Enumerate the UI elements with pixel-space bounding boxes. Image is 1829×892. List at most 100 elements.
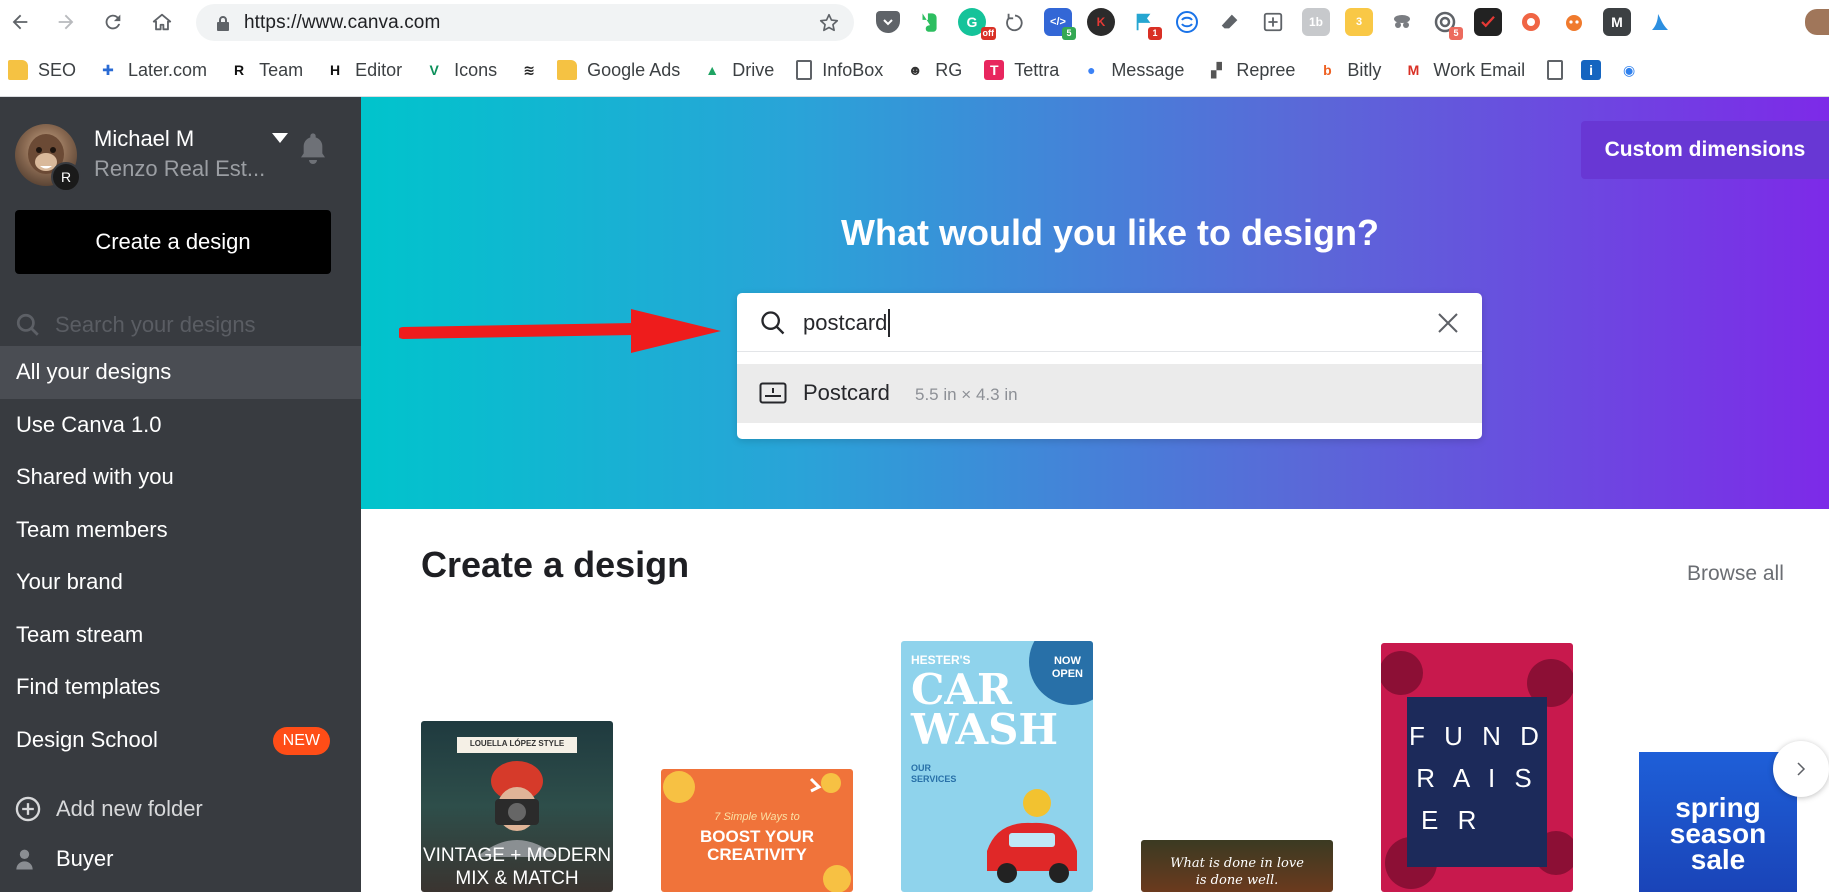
later-icon: ✚	[102, 61, 114, 78]
suggestion-name: Postcard	[803, 380, 890, 405]
pocket-icon[interactable]	[876, 11, 900, 33]
home-icon	[152, 13, 172, 31]
sidebar-item-shared-with-you[interactable]: Shared with you	[0, 451, 361, 504]
flag-ext-icon[interactable]: 1	[1130, 8, 1162, 40]
template-card-fundraiser[interactable]: F U N D R A I S E R	[1381, 643, 1573, 892]
browse-all-link[interactable]: Browse all	[1687, 562, 1784, 586]
bookmark-google-ads[interactable]: Google Ads	[557, 55, 680, 85]
caret-down-icon[interactable]	[271, 132, 289, 144]
suggestion-postcard[interactable]: Postcard 5.5 in × 4.3 in	[737, 364, 1482, 423]
browser-profile-avatar[interactable]	[1805, 9, 1829, 35]
folder-buyer[interactable]: Buyer	[14, 845, 113, 873]
sidebar-item-team-stream[interactable]: Team stream	[0, 609, 361, 662]
bookmark-work-email[interactable]: M Work Email	[1403, 55, 1526, 85]
bookmark-later-com[interactable]: ✚ Later.com	[98, 55, 207, 85]
now-open-line1: NOW	[1053, 655, 1081, 667]
template-card-carwash[interactable]: NOW OPEN HESTER'S CAR WASH OUR SERVICES	[901, 641, 1093, 892]
bookmark-bitly[interactable]: b Bitly	[1317, 55, 1381, 85]
camera-person-illustration	[477, 761, 557, 857]
bookmark-editor[interactable]: H Editor	[325, 55, 402, 85]
evernote-icon[interactable]	[915, 8, 943, 36]
onetab-icon[interactable]: 1b	[1302, 8, 1330, 36]
sidebar-item-use-canva-1-0[interactable]: Use Canva 1.0	[0, 399, 361, 452]
team-badge: R	[51, 162, 81, 192]
bookmark-rg[interactable]: ☻ RG	[905, 55, 962, 85]
wave-ext-icon[interactable]	[1646, 8, 1674, 36]
bell-icon[interactable]	[297, 130, 329, 166]
add-folder-label: Add new folder	[56, 796, 203, 821]
bookmark-drive[interactable]: ▲ Drive	[702, 55, 774, 85]
bookmark-item-15[interactable]	[1547, 55, 1564, 85]
eraser-icon[interactable]	[1216, 8, 1244, 36]
sidebar-item-label: Design School	[16, 726, 158, 752]
bookmark-team[interactable]: R Team	[229, 55, 303, 85]
home-button[interactable]	[142, 2, 182, 42]
sidebar-item-all-your-designs[interactable]: All your designs	[0, 346, 361, 399]
sidebar-item-label: Use Canva 1.0	[16, 411, 162, 437]
new-badge: NEW	[272, 726, 330, 755]
boost-line2: CREATIVITY	[707, 845, 807, 864]
squarespace-icon: ≋	[523, 61, 535, 78]
design-search-input[interactable]	[803, 305, 1403, 341]
back-button[interactable]	[0, 2, 40, 42]
yellow-ext-icon[interactable]: 3	[1345, 8, 1373, 36]
hero-banner: Custom dimensions What would you like to…	[361, 97, 1829, 509]
sync-ext-icon[interactable]	[1173, 8, 1201, 36]
bookmark-message[interactable]: ● Message	[1081, 55, 1184, 85]
template-card-vintage[interactable]: LOUELLA LÓPEZ STYLE VINTAGE + MODERN MIX…	[421, 721, 613, 892]
bookmark-label: Later.com	[128, 59, 208, 80]
sidebar-item-design-school[interactable]: Design School NEW	[0, 714, 361, 767]
plus-box-icon[interactable]	[1259, 8, 1287, 36]
sidebar-item-team-members[interactable]: Team members	[0, 504, 361, 557]
sidebar-item-label: Team members	[16, 516, 168, 542]
bookmark-star-icon[interactable]	[818, 12, 840, 34]
custom-dimensions-button[interactable]: Custom dimensions	[1581, 121, 1829, 179]
refresh-ext-icon[interactable]	[1001, 8, 1029, 36]
search-designs-input[interactable]	[55, 312, 325, 338]
address-bar[interactable]: https://www.canva.com	[196, 4, 854, 41]
folder-buyer-label: Buyer	[56, 846, 114, 871]
bookmark-seo[interactable]: SEO	[8, 55, 76, 85]
close-icon[interactable]	[1436, 311, 1460, 335]
bookmark-repree[interactable]: ▞ Repree	[1206, 55, 1295, 85]
robot-ext-icon[interactable]	[1560, 8, 1588, 36]
forward-button[interactable]	[46, 2, 86, 42]
bookmark-icons[interactable]: V Icons	[424, 55, 497, 85]
bookmark-label: Icons	[454, 59, 498, 80]
sidebar-nav: All your designs Use Canva 1.0 Shared with…	[0, 346, 361, 766]
sidebar-item-label: Team stream	[16, 621, 144, 647]
bookmark-infobox[interactable]: InfoBox	[796, 55, 883, 85]
design-search-field	[737, 293, 1482, 352]
reload-button[interactable]	[93, 2, 133, 42]
spy-ext-icon[interactable]	[1388, 8, 1416, 36]
grammarly-icon[interactable]: G off	[958, 8, 996, 40]
quote-line2: is done well.	[1195, 873, 1279, 888]
code-ext-icon[interactable]: </> 5	[1044, 8, 1076, 40]
chevron-right-icon	[1797, 762, 1806, 776]
gear-ext-icon[interactable]	[1517, 8, 1545, 36]
bookmark-tettra[interactable]: T Tettra	[984, 55, 1059, 85]
drive-icon: ▲	[705, 62, 720, 78]
bookmark-label: Repree	[1236, 59, 1296, 80]
k-ext-icon[interactable]: K	[1087, 8, 1115, 36]
create-design-button[interactable]: Create a design	[15, 210, 331, 274]
checkbox-ext-icon[interactable]	[1474, 8, 1502, 36]
sidebar-item-find-templates[interactable]: Find templates	[0, 661, 361, 714]
bookmark-item-5[interactable]: ≋	[519, 55, 539, 85]
vintage-line1: VINTAGE + MODERN	[422, 845, 612, 866]
chain-ext-badge: 5	[1449, 27, 1463, 40]
folder-icon	[8, 60, 28, 80]
bookmark-label: Google Ads	[587, 59, 681, 80]
chain-ext-icon[interactable]: 5	[1431, 8, 1463, 40]
m-ext-icon[interactable]: M	[1603, 8, 1631, 36]
template-card-quote[interactable]: What is done in love is done well.	[1141, 840, 1333, 892]
bookmark-item-17[interactable]: ◉	[1619, 55, 1639, 85]
carousel-next-button[interactable]	[1773, 741, 1829, 797]
carwash-services: OUR SERVICES	[911, 763, 957, 784]
sidebar-item-your-brand[interactable]: Your brand	[0, 556, 361, 609]
url-text: https://www.canva.com	[244, 11, 441, 33]
bookmark-item-16[interactable]: i	[1581, 55, 1602, 85]
template-card-boost[interactable]: 7 Simple Ways to BOOST YOUR CREATIVITY	[661, 769, 853, 892]
add-folder-button[interactable]: Add new folder	[14, 795, 203, 823]
account-switcher[interactable]: R Michael M Renzo Real Est...	[15, 124, 345, 192]
